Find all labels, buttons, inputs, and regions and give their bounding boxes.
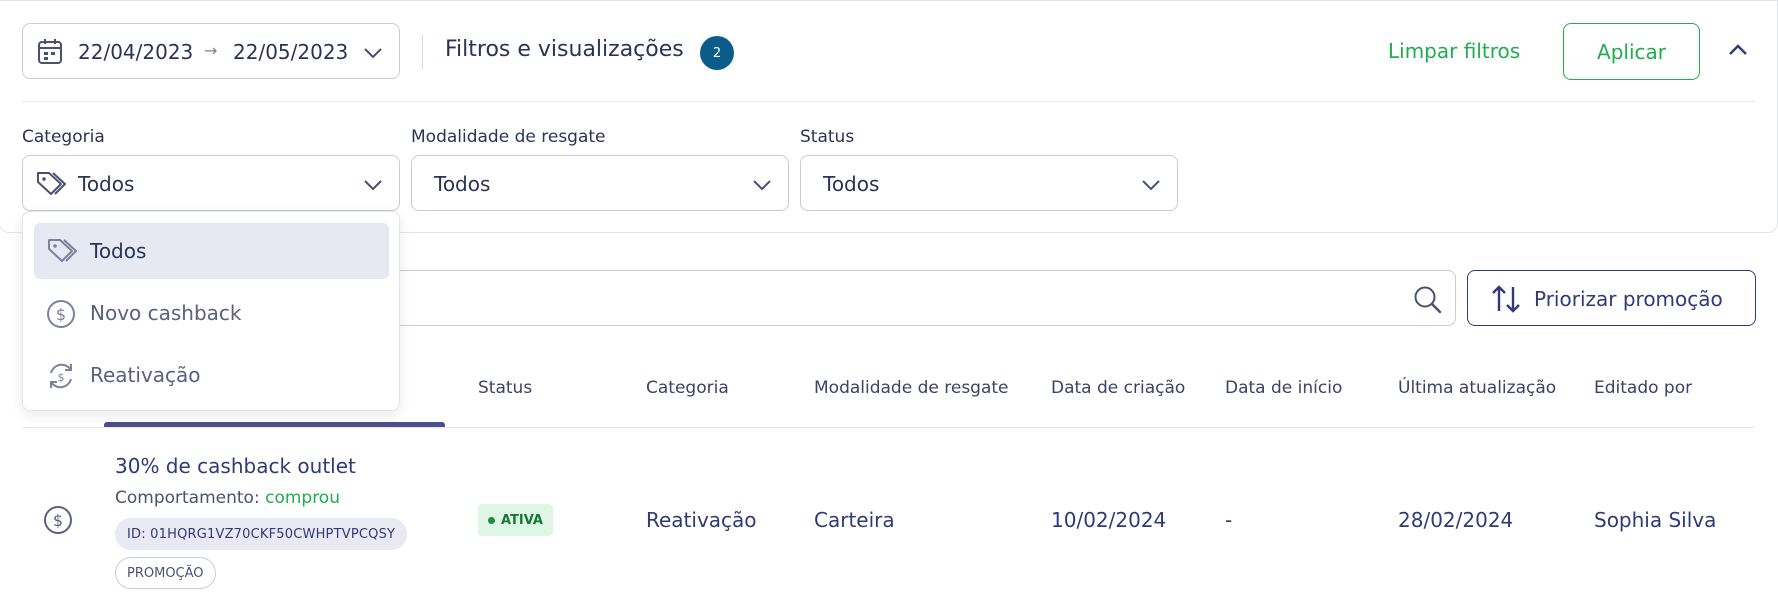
- chevron-down-icon: [1141, 176, 1161, 195]
- date-range-picker[interactable]: 22/04/2023 → 22/05/2023: [22, 23, 400, 79]
- redemption-label: Modalidade de resgate: [411, 127, 606, 147]
- search-icon[interactable]: [1413, 285, 1443, 319]
- behavior-text: Comportamento: comprou: [115, 488, 340, 508]
- editor-cell: Sophia Silva: [1594, 508, 1717, 532]
- calendar-icon: [37, 37, 63, 69]
- created-date-cell: 10/02/2024: [1051, 508, 1167, 532]
- tag-icon: [46, 237, 80, 267]
- promotion-title-link[interactable]: 30% de cashback outlet: [115, 454, 356, 478]
- svg-text:$: $: [56, 305, 66, 324]
- redemption-cell: Carteira: [814, 508, 895, 532]
- menu-item-label: Reativação: [90, 363, 201, 387]
- category-label: Categoria: [22, 127, 105, 147]
- column-header-created[interactable]: Data de criação: [1051, 378, 1185, 398]
- column-header-category[interactable]: Categoria: [646, 378, 729, 398]
- behavior-label: Comportamento:: [115, 488, 260, 508]
- status-value: Todos: [823, 172, 880, 196]
- range-arrow-icon: →: [204, 41, 218, 60]
- menu-item-reativacao[interactable]: $ Reativação: [34, 347, 389, 403]
- clear-filters-link[interactable]: Limpar filtros: [1388, 39, 1520, 63]
- column-header-status[interactable]: Status: [478, 378, 532, 398]
- chevron-down-icon: [363, 44, 383, 63]
- filter-count-badge: 2: [700, 36, 734, 70]
- divider: [22, 427, 1755, 428]
- menu-item-label: Todos: [90, 239, 147, 263]
- dollar-circle-icon: $: [46, 299, 76, 333]
- chevron-down-icon: [752, 176, 772, 195]
- menu-item-novo-cashback[interactable]: $ Novo cashback: [34, 285, 389, 341]
- end-date: 22/05/2023: [233, 40, 349, 64]
- updated-date-cell: 28/02/2024: [1398, 508, 1514, 532]
- chevron-up-icon[interactable]: [1728, 41, 1748, 60]
- status-text: ATIVA: [501, 512, 543, 528]
- category-value: Todos: [78, 172, 135, 196]
- filters-panel: 22/04/2023 → 22/05/2023 Filtros e visual…: [0, 0, 1778, 233]
- redemption-value: Todos: [434, 172, 491, 196]
- reactivation-icon: $: [46, 361, 76, 395]
- divider: [22, 101, 1755, 102]
- category-select[interactable]: Todos: [22, 155, 400, 211]
- chevron-down-icon: [363, 176, 383, 195]
- behavior-value: comprou: [265, 488, 340, 508]
- column-header-editor[interactable]: Editado por: [1594, 378, 1692, 398]
- column-header-start[interactable]: Data de início: [1225, 378, 1342, 398]
- column-header-updated[interactable]: Última atualização: [1398, 378, 1556, 398]
- column-header-redemption[interactable]: Modalidade de resgate: [814, 378, 1009, 398]
- prioritize-label: Priorizar promoção: [1534, 287, 1723, 311]
- promotion-type-chip: PROMOÇÃO: [115, 557, 216, 589]
- dollar-circle-icon: $: [43, 505, 73, 539]
- divider: [422, 35, 423, 69]
- status-dot-icon: [488, 516, 495, 524]
- start-date-cell: -: [1225, 508, 1233, 532]
- sort-arrows-icon: [1490, 283, 1522, 319]
- tag-icon: [35, 170, 69, 200]
- prioritize-promotion-button[interactable]: Priorizar promoção: [1467, 270, 1756, 326]
- filters-title: Filtros e visualizações: [445, 37, 684, 62]
- promotion-id-chip: ID: 01HQRG1VZ70CKF50CWHPTVPCQSY: [115, 518, 408, 550]
- status-label: Status: [800, 127, 855, 147]
- status-select[interactable]: Todos: [800, 155, 1178, 211]
- menu-item-label: Novo cashback: [90, 301, 242, 325]
- status-badge: ATIVA: [478, 504, 553, 536]
- menu-item-todos[interactable]: Todos: [34, 223, 389, 279]
- start-date: 22/04/2023: [78, 40, 194, 64]
- category-dropdown-menu: Todos $ Novo cashback $ Reativação: [22, 211, 400, 411]
- apply-button[interactable]: Aplicar: [1563, 23, 1700, 80]
- svg-text:$: $: [58, 371, 65, 384]
- svg-text:$: $: [53, 511, 63, 530]
- redemption-select[interactable]: Todos: [411, 155, 789, 211]
- category-cell: Reativação: [646, 508, 757, 532]
